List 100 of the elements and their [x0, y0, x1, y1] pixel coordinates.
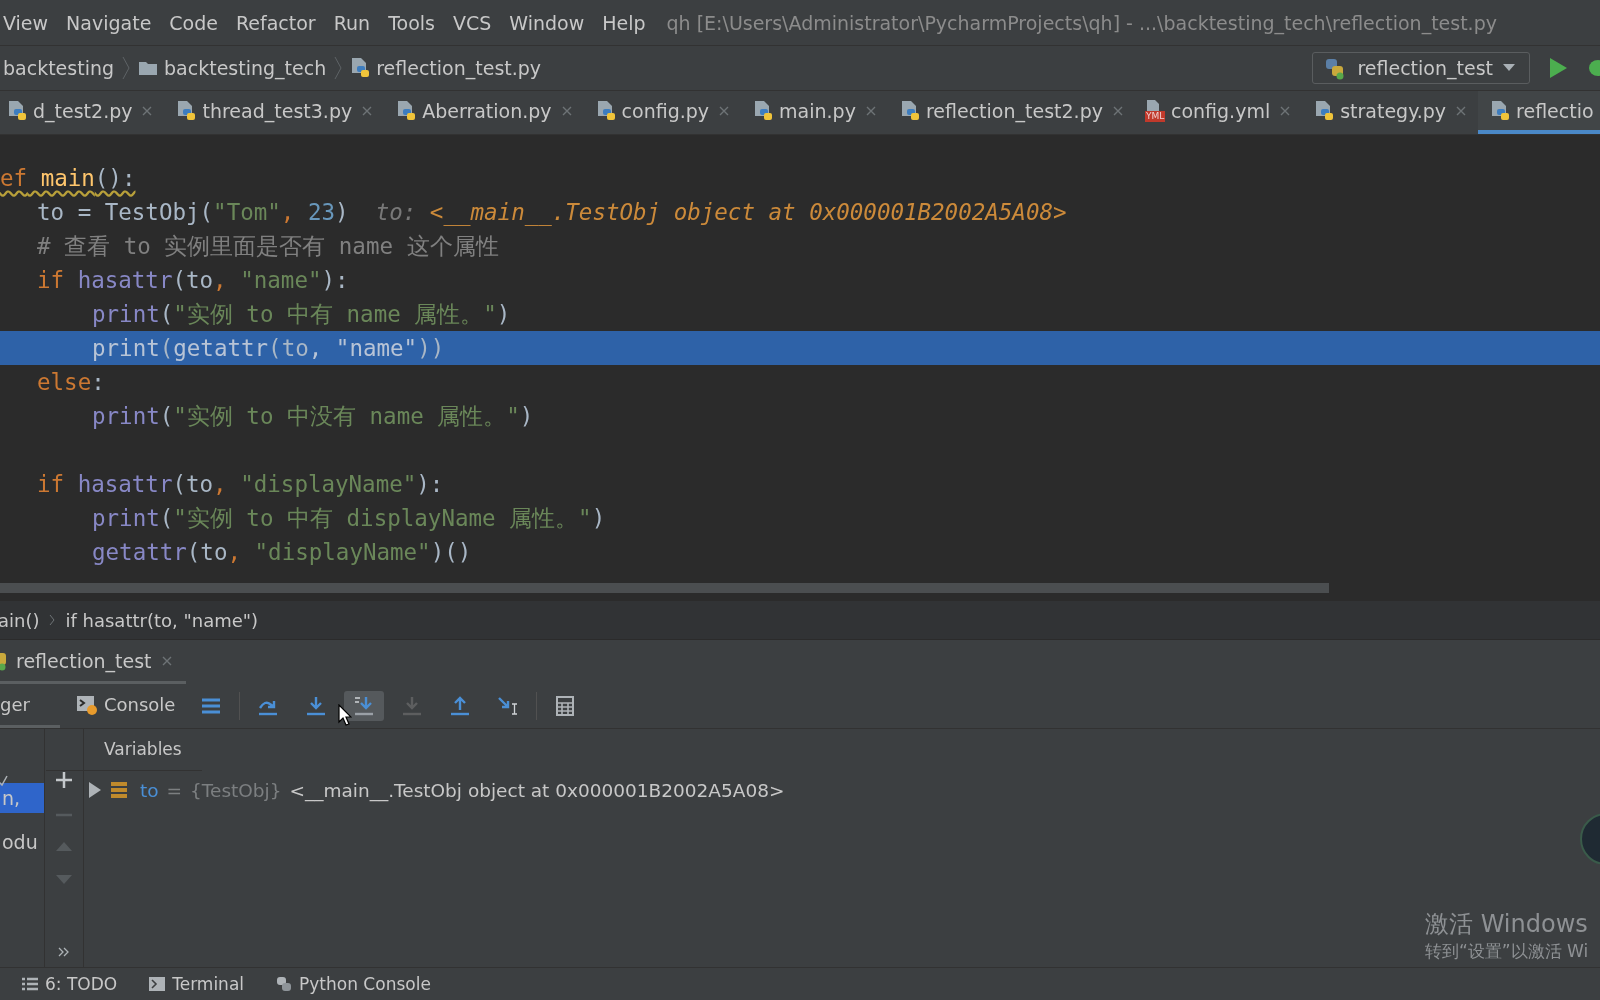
activation-text: 转到“设置”以激活 Wi [1425, 940, 1590, 963]
variable-name: to [140, 779, 159, 801]
frame-item[interactable]: odu [0, 827, 44, 857]
chevron-icon [122, 56, 131, 80]
tab-label: reflection_test2.py [925, 99, 1103, 122]
file-tab[interactable]: reflection_test2.py [887, 91, 1135, 134]
variable-value: <__main__.TestObj object at 0x000001B2002A5A08> [289, 779, 785, 801]
tab-label: reflectio [1516, 99, 1594, 122]
frame-item[interactable]: n, [0, 783, 44, 813]
run-to-cursor-icon[interactable] [497, 696, 520, 716]
step-into-my-code-icon[interactable] [353, 696, 376, 716]
tool-window-button[interactable]: Python Console [276, 974, 431, 994]
breadcrumb-item[interactable]: if hasattr(to, "name") [65, 609, 259, 631]
up-icon[interactable] [56, 841, 72, 851]
python-file-icon [176, 99, 197, 122]
file-type-badge: YML [1144, 110, 1166, 122]
debug-tab[interactable]: ger [0, 684, 60, 728]
close-icon[interactable] [161, 655, 172, 666]
code-line: to = TestObj("Tom", 23) to: <__main__.TestObj object at 0x000001B2002A5A08> [37, 199, 1067, 225]
file-tab[interactable]: config.py [583, 91, 742, 134]
window-title: qh [E:\Users\Administrator\PycharmProjects\qh] - ...\backtesting_tech\reflection_test.py [666, 11, 1497, 34]
variable-type: {TestObj} [190, 779, 282, 801]
field-icon [110, 781, 128, 799]
close-icon[interactable] [1456, 105, 1467, 116]
down-icon[interactable] [56, 875, 72, 885]
menu-item[interactable]: Window [500, 11, 594, 34]
close-icon[interactable] [1112, 105, 1123, 116]
dropdown-arrow-icon [1503, 64, 1515, 72]
breadcrumb-item[interactable]: backtesting [3, 57, 115, 79]
code-line: # 查看 to 实例里面是否有 name 这个属性 [37, 233, 499, 259]
close-icon[interactable] [561, 105, 572, 116]
chevron-icon [49, 614, 56, 626]
menu-item[interactable]: View [0, 11, 58, 34]
code-line: print("实例 to 中有 displayName 属性。") [92, 505, 606, 531]
step-into-icon[interactable] [305, 696, 328, 716]
more-icon[interactable] [58, 947, 70, 957]
file-tab[interactable]: main.py [741, 91, 888, 134]
code-line: ef main(): [0, 165, 136, 191]
tab-label: main.py [779, 99, 856, 122]
close-icon[interactable] [362, 105, 373, 116]
run-configuration-dropdown[interactable]: reflection_test [1312, 52, 1530, 84]
terminal-icon [149, 977, 166, 991]
menu-item[interactable]: Run [324, 11, 380, 34]
check-icon [0, 775, 8, 787]
debug-session-tab[interactable]: reflection_test [0, 640, 186, 684]
equals-sign: = [166, 779, 183, 801]
folder-icon [138, 60, 159, 76]
python-file-icon [1314, 99, 1335, 122]
code-line: else: [37, 369, 105, 395]
list-icon[interactable] [200, 696, 223, 716]
tab-label: d_test2.py [33, 99, 133, 122]
file-tab[interactable]: strategy.py [1302, 91, 1479, 134]
code-line: getattr(to, "displayName")() [92, 539, 472, 565]
panel-title: Variables [46, 729, 202, 771]
breadcrumb-item[interactable]: backtesting_tech [164, 57, 327, 79]
console-icon [75, 693, 98, 716]
calculator-icon[interactable] [554, 696, 577, 716]
step-out-icon[interactable] [449, 696, 472, 716]
tool-window-button[interactable]: Terminal [149, 974, 245, 994]
expand-arrow-icon[interactable] [88, 782, 102, 798]
python-file-icon [1490, 99, 1511, 122]
mouse-cursor-icon [338, 704, 352, 726]
breadcrumb-item[interactable]: reflection_test.py [376, 57, 542, 79]
tab-label: config.py [621, 99, 710, 122]
file-tab[interactable]: YML config.yml [1134, 91, 1303, 134]
python-file-icon [595, 99, 616, 122]
debug-tab[interactable]: Console [67, 684, 184, 728]
tab-label: strategy.py [1340, 99, 1447, 122]
code-line: if hasattr(to, "displayName"): [37, 471, 444, 497]
menu-item[interactable]: Navigate [57, 11, 161, 34]
python-file-icon [753, 99, 774, 122]
python-file-icon [396, 99, 417, 122]
close-icon[interactable] [865, 105, 876, 116]
menu-item[interactable]: Refactor [227, 11, 325, 34]
code-line: if hasattr(to, "name"): [37, 267, 349, 293]
tab-label: Aberration.py [422, 99, 552, 122]
list-icon [22, 977, 38, 991]
close-icon[interactable] [719, 105, 730, 116]
close-icon[interactable] [1280, 105, 1291, 116]
code-line: print("实例 to 中没有 name 属性。") [92, 403, 534, 429]
menu-item[interactable]: VCS [443, 11, 501, 34]
python-file-icon [7, 99, 27, 122]
code-line: print(getattr(to, "name")) [92, 335, 445, 361]
menu-item[interactable]: Tools [379, 11, 444, 34]
menu-item[interactable]: Help [593, 11, 655, 34]
horizontal-scrollbar[interactable] [0, 583, 1329, 593]
python-file-icon [350, 57, 371, 79]
tab-label: config.yml [1170, 99, 1271, 122]
file-tab[interactable]: d_test2.py [0, 91, 165, 134]
activation-title: 激活 Windows [1425, 909, 1589, 940]
run-icon[interactable] [1548, 57, 1568, 79]
tool-window-button[interactable]: 6: TODO [22, 974, 118, 994]
python-file-icon [899, 99, 920, 122]
menu-item[interactable]: Code [160, 11, 227, 34]
file-tab[interactable]: Aberration.py [384, 91, 584, 134]
close-icon[interactable] [142, 105, 153, 116]
file-tab[interactable]: reflectio [1478, 91, 1600, 134]
code-line: print("实例 to 中有 name 属性。") [92, 301, 511, 327]
file-tab[interactable]: thread_test3.py [164, 91, 385, 134]
add-icon[interactable] [55, 771, 73, 789]
